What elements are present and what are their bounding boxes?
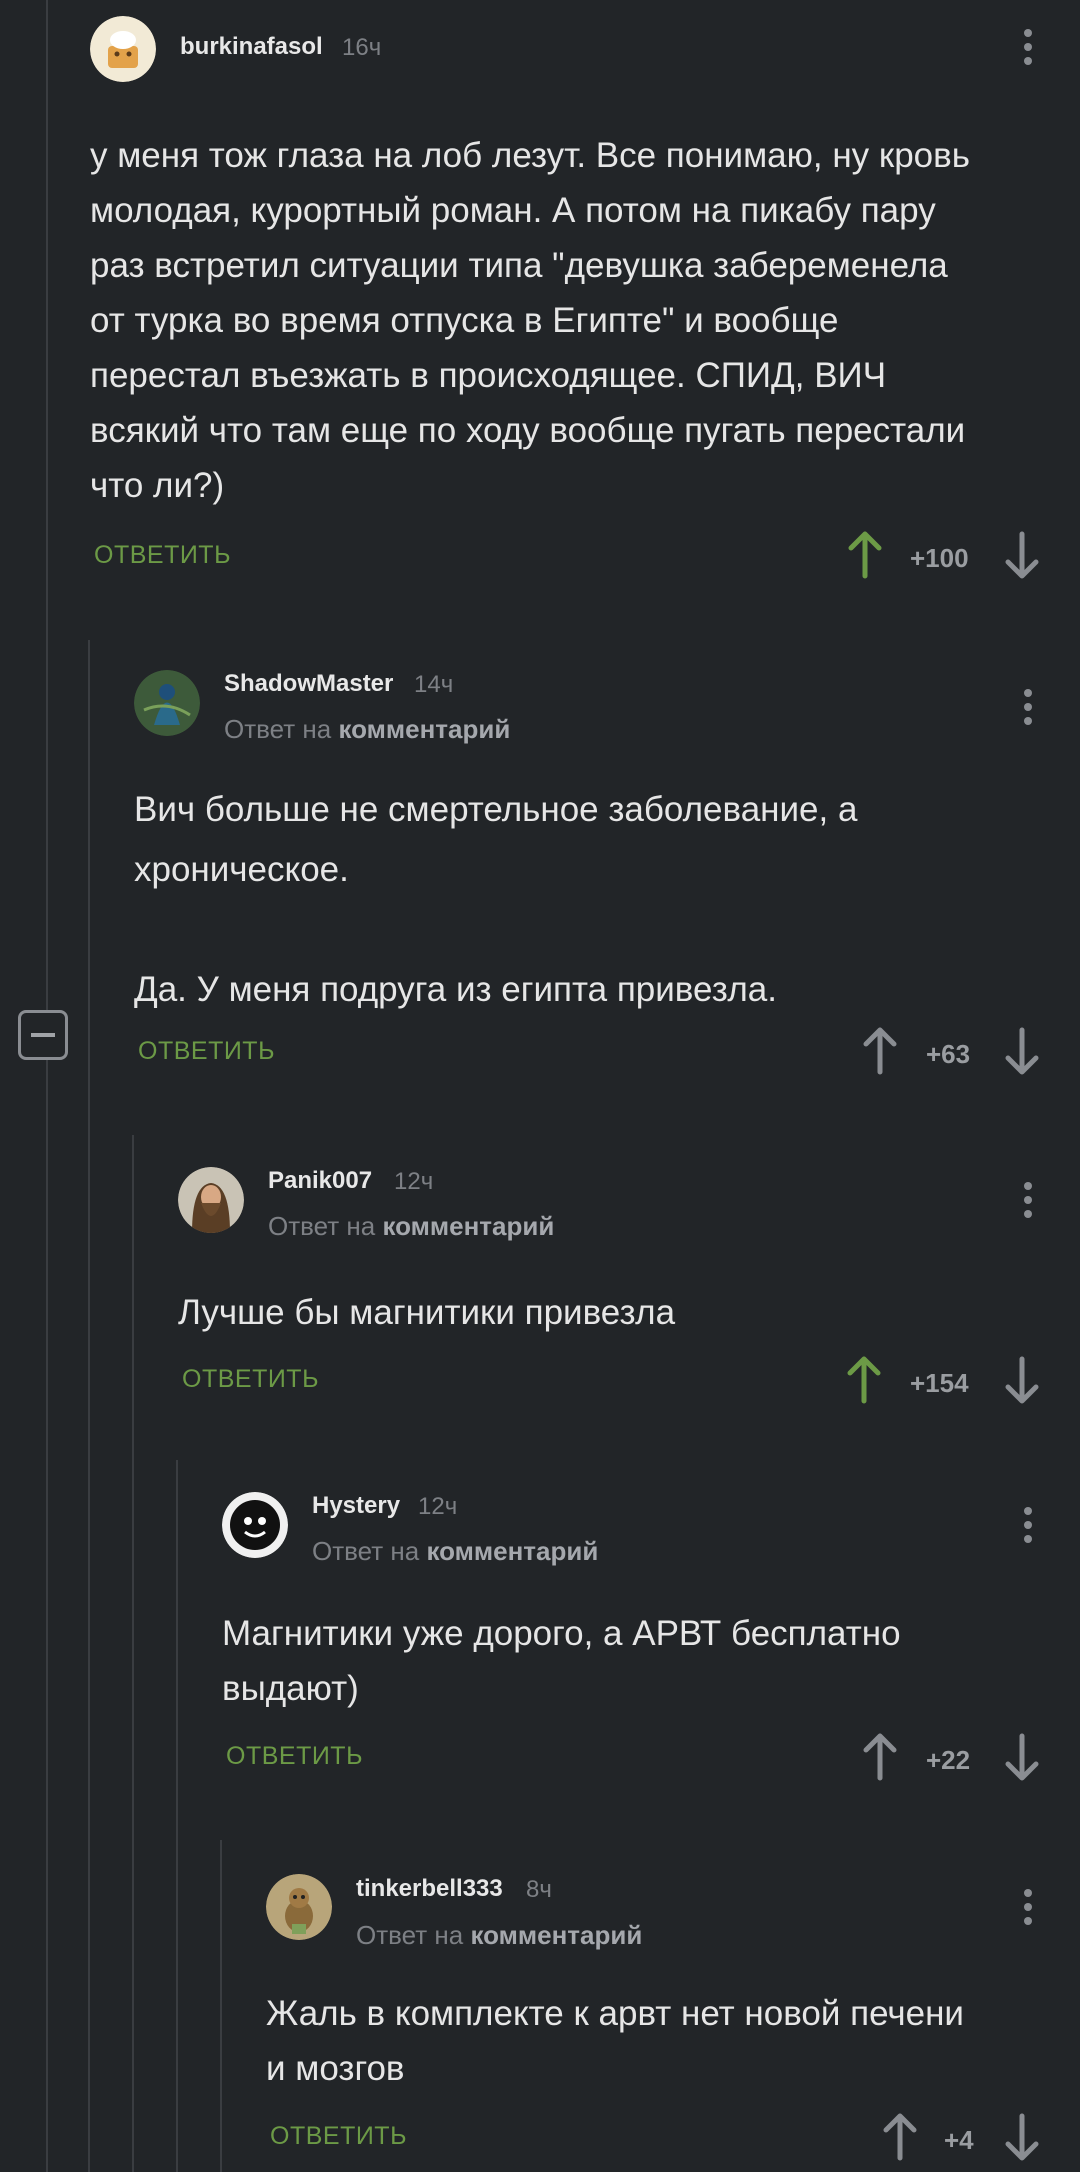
- arrow-down-icon[interactable]: [1002, 530, 1042, 580]
- arrow-up-icon[interactable]: [844, 1355, 884, 1405]
- comment-author[interactable]: ShadowMaster: [224, 670, 393, 698]
- arrow-down-icon[interactable]: [1002, 1026, 1042, 1076]
- comment-text: Вич больше не смертельное заболевание, а…: [134, 790, 858, 1009]
- more-vertical-icon[interactable]: [1016, 1175, 1040, 1225]
- more-vertical-icon[interactable]: [1016, 1500, 1040, 1550]
- thread-line-level-4: [176, 1460, 178, 2172]
- reply-to: Ответ на комментарий: [356, 1920, 642, 1951]
- reply-to-prefix: Ответ на: [224, 714, 339, 744]
- comment-author[interactable]: burkinafasol: [180, 33, 323, 61]
- avatar[interactable]: [134, 670, 200, 736]
- arrow-up-icon[interactable]: [880, 2112, 920, 2162]
- comment-time: 14ч: [414, 671, 454, 698]
- avatar[interactable]: [222, 1492, 288, 1558]
- arrow-down-icon[interactable]: [1002, 1355, 1042, 1405]
- avatar[interactable]: [266, 1874, 332, 1940]
- thread-line-level-5: [220, 1840, 222, 2172]
- reply-to: Ответ на комментарий: [224, 714, 510, 745]
- vote-score: +63: [926, 1039, 971, 1069]
- arrow-down-icon[interactable]: [1002, 1732, 1042, 1782]
- reply-to-prefix: Ответ на: [312, 1536, 427, 1566]
- comment: Panik007 12ч Ответ на комментарий Лучше …: [178, 1135, 1080, 1445]
- comment: ShadowMaster 14ч Ответ на комментарий Ви…: [134, 640, 1080, 1110]
- reply-button[interactable]: ОТВЕТИТЬ: [138, 1037, 275, 1066]
- more-vertical-icon[interactable]: [1016, 682, 1040, 732]
- comment-text: у меня тож глаза на лоб лезут. Все поним…: [90, 136, 970, 505]
- thread-line-level-2: [88, 640, 90, 2172]
- vote-score: +22: [926, 1745, 971, 1775]
- collapse-thread-button[interactable]: [18, 1010, 68, 1060]
- thread-line-level-1: [46, 0, 48, 2172]
- more-vertical-icon[interactable]: [1016, 22, 1040, 72]
- comment-text: Жаль в комплекте к арвт нет новой печени…: [266, 1994, 964, 2088]
- comment-time: 16ч: [342, 34, 382, 61]
- comment-time: 8ч: [526, 1876, 552, 1903]
- avatar[interactable]: [178, 1167, 244, 1233]
- more-vertical-icon[interactable]: [1016, 1882, 1040, 1932]
- reply-to: Ответ на комментарий: [268, 1211, 554, 1242]
- arrow-down-icon[interactable]: [1002, 2112, 1042, 2162]
- comment: Hystery 12ч Ответ на комментарий Магнити…: [222, 1460, 1080, 1820]
- comment-text: Лучше бы магнитики привезла: [178, 1293, 676, 1332]
- collapse-minus-icon: [31, 1033, 55, 1037]
- reply-to-link[interactable]: комментарий: [338, 714, 510, 744]
- reply-to-link[interactable]: комментарий: [382, 1211, 554, 1241]
- comment-text: Магнитики уже дорого, а АРВТ бесплатно в…: [222, 1614, 901, 1708]
- vote-score: +100: [910, 543, 969, 573]
- arrow-up-icon[interactable]: [860, 1732, 900, 1782]
- reply-button[interactable]: ОТВЕТИТЬ: [270, 2122, 407, 2151]
- vote-score: +4: [944, 2125, 974, 2155]
- reply-button[interactable]: ОТВЕТИТЬ: [182, 1365, 319, 1394]
- reply-button[interactable]: ОТВЕТИТЬ: [226, 1742, 363, 1771]
- vote-score: +154: [910, 1368, 969, 1398]
- comment-time: 12ч: [394, 1168, 434, 1195]
- comment: tinkerbell333 8ч Ответ на комментарий Жа…: [266, 1840, 1080, 2172]
- comment-author[interactable]: Hystery: [312, 1492, 400, 1520]
- reply-button[interactable]: ОТВЕТИТЬ: [94, 541, 231, 570]
- comment-author[interactable]: Panik007: [268, 1167, 372, 1195]
- comment: burkinafasol 16ч у меня тож глаза на лоб…: [90, 0, 1080, 620]
- comment-author[interactable]: tinkerbell333: [356, 1875, 503, 1903]
- reply-to-prefix: Ответ на: [268, 1211, 383, 1241]
- arrow-up-icon[interactable]: [860, 1026, 900, 1076]
- arrow-up-icon[interactable]: [845, 530, 885, 580]
- avatar[interactable]: [90, 16, 156, 82]
- thread-line-level-3: [132, 1135, 134, 2172]
- reply-to-link[interactable]: комментарий: [470, 1920, 642, 1950]
- reply-to: Ответ на комментарий: [312, 1536, 598, 1567]
- reply-to-link[interactable]: комментарий: [426, 1536, 598, 1566]
- reply-to-prefix: Ответ на: [356, 1920, 471, 1950]
- comment-time: 12ч: [418, 1493, 458, 1520]
